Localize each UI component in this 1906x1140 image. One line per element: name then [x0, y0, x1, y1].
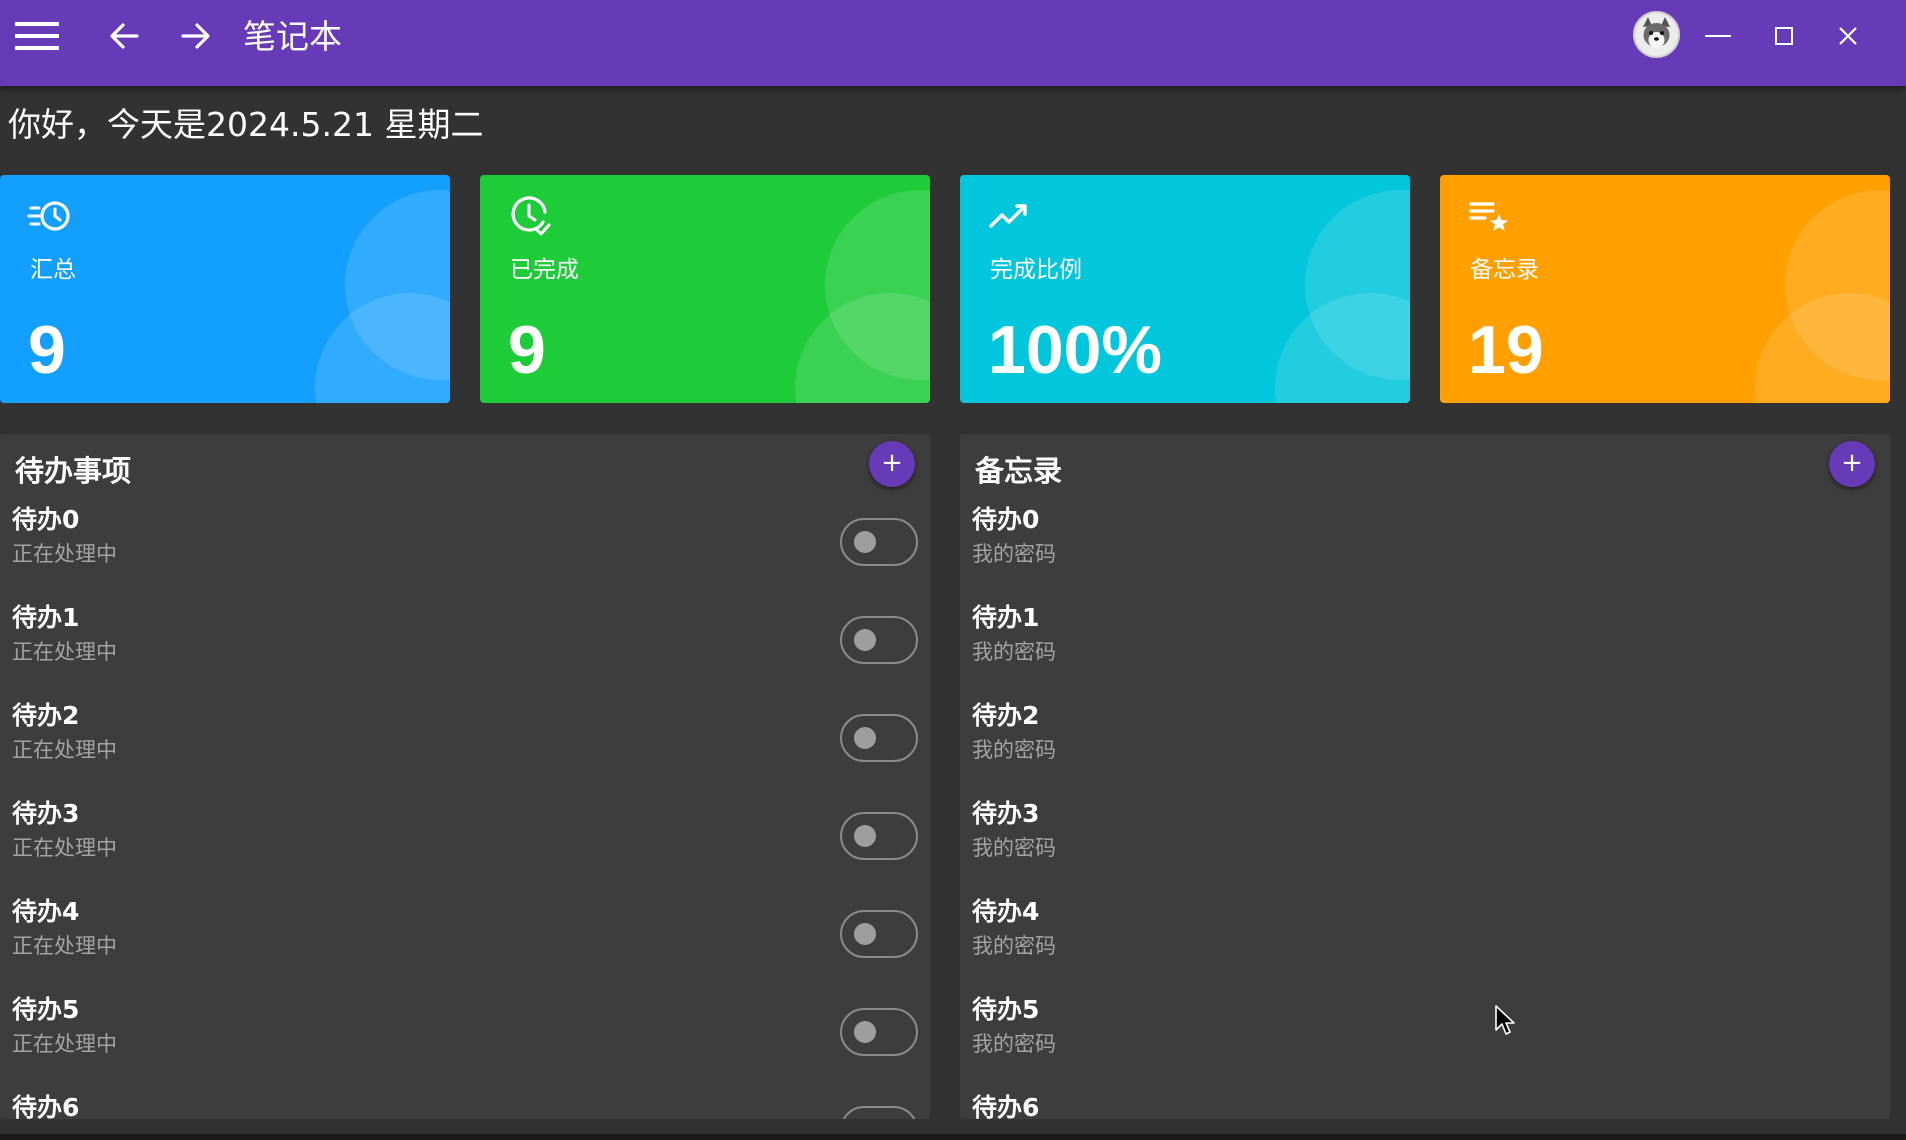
app-window: 笔记本 你好，今天是2024.5.21 星期二 汇总 9 已完成 9 完成比例 …: [0, 0, 1906, 1140]
memo-item-title: 待办0: [972, 505, 1040, 534]
toggle-knob: [854, 727, 876, 749]
playlist-star-icon: [1467, 192, 1515, 240]
todo-item-status: 正在处理中: [12, 836, 117, 860]
memo-item[interactable]: 待办2 我的密码: [960, 694, 1890, 792]
todo-item[interactable]: 待办2 正在处理中: [0, 694, 930, 792]
todo-item[interactable]: 待办6: [0, 1086, 930, 1119]
decor-circle: [1275, 293, 1410, 403]
stat-label: 已完成: [510, 257, 579, 283]
todo-item-title: 待办6: [12, 1093, 80, 1119]
clock-check-icon: [507, 192, 555, 240]
stat-value: 9: [28, 312, 66, 388]
minimize-icon[interactable]: [1700, 20, 1736, 52]
clock-fast-icon: [27, 192, 75, 240]
add-memo-button[interactable]: +: [1829, 441, 1875, 487]
todo-item-title: 待办0: [12, 505, 80, 534]
toggle-knob: [854, 923, 876, 945]
todo-done-toggle[interactable]: [840, 910, 918, 958]
todo-item-title: 待办4: [12, 897, 80, 926]
title-bar: 笔记本: [0, 0, 1906, 86]
memo-item-content: 我的密码: [972, 836, 1056, 860]
memo-item-content: 我的密码: [972, 542, 1056, 566]
memo-item-title: 待办3: [972, 799, 1040, 828]
memo-item-title: 待办6: [972, 1093, 1040, 1119]
todo-done-toggle[interactable]: [840, 1008, 918, 1056]
todo-item-title: 待办1: [12, 603, 80, 632]
stat-value: 9: [508, 312, 546, 388]
maximize-icon[interactable]: [1766, 18, 1802, 54]
todo-item-title: 待办3: [12, 799, 80, 828]
decor-circle: [315, 293, 450, 403]
stat-card-done: 已完成 9: [480, 175, 930, 403]
todo-item-title: 待办5: [12, 995, 80, 1024]
toggle-knob: [854, 531, 876, 553]
todo-item-status: 正在处理中: [12, 640, 117, 664]
memo-item[interactable]: 待办3 我的密码: [960, 792, 1890, 890]
memo-item[interactable]: 待办4 我的密码: [960, 890, 1890, 988]
add-todo-button[interactable]: +: [869, 441, 915, 487]
memo-item[interactable]: 待办6: [960, 1086, 1890, 1119]
todo-panel-title: 待办事项: [15, 454, 132, 488]
stat-label: 备忘录: [1470, 257, 1539, 283]
todo-item-status: 正在处理中: [12, 542, 117, 566]
memo-item-content: 我的密码: [972, 738, 1056, 762]
close-icon[interactable]: [1830, 18, 1866, 54]
toggle-knob: [854, 1021, 876, 1043]
window-bottom-edge: [0, 1134, 1906, 1140]
memo-item[interactable]: 待办0 我的密码: [960, 498, 1890, 596]
user-avatar[interactable]: [1633, 11, 1680, 58]
trending-up-icon: [987, 192, 1035, 240]
hamburger-menu-icon[interactable]: [14, 14, 60, 58]
stat-value: 100%: [988, 312, 1162, 388]
todo-panel: 待办事项 + 待办0 正在处理中 待办1 正在处理中 待办2 正在处理中 待办3…: [0, 434, 930, 1119]
memo-panel: 备忘录 + 待办0 我的密码 待办1 我的密码 待办2 我的密码 待办3 我的密…: [960, 434, 1890, 1119]
todo-done-toggle[interactable]: [840, 714, 918, 762]
todo-item[interactable]: 待办5 正在处理中: [0, 988, 930, 1086]
mouse-cursor-icon: [1494, 1004, 1516, 1036]
stat-label: 汇总: [30, 257, 76, 283]
memo-item-title: 待办4: [972, 897, 1040, 926]
memo-item-title: 待办5: [972, 995, 1040, 1024]
todo-item[interactable]: 待办4 正在处理中: [0, 890, 930, 988]
greeting-text: 你好，今天是2024.5.21 星期二: [8, 105, 484, 144]
todo-done-toggle[interactable]: [840, 1106, 918, 1119]
decor-circle: [795, 293, 930, 403]
memo-item[interactable]: 待办1 我的密码: [960, 596, 1890, 694]
decor-circle: [1755, 293, 1890, 403]
memo-item-content: 我的密码: [972, 1032, 1056, 1056]
memo-item-title: 待办1: [972, 603, 1040, 632]
memo-item-content: 我的密码: [972, 934, 1056, 958]
todo-done-toggle[interactable]: [840, 616, 918, 664]
stat-card-total: 汇总 9: [0, 175, 450, 403]
todo-item-status: 正在处理中: [12, 934, 117, 958]
todo-item-title: 待办2: [12, 701, 80, 730]
memo-panel-title: 备忘录: [975, 454, 1063, 488]
memo-item-title: 待办2: [972, 701, 1040, 730]
todo-item[interactable]: 待办0 正在处理中: [0, 498, 930, 596]
app-title: 笔记本: [243, 17, 342, 56]
memo-item[interactable]: 待办5 我的密码: [960, 988, 1890, 1086]
memo-item-content: 我的密码: [972, 640, 1056, 664]
todo-done-toggle[interactable]: [840, 812, 918, 860]
stat-label: 完成比例: [990, 257, 1082, 283]
arrow-right-icon[interactable]: [178, 16, 214, 56]
todo-done-toggle[interactable]: [840, 518, 918, 566]
arrow-left-icon[interactable]: [106, 16, 142, 56]
todo-item[interactable]: 待办1 正在处理中: [0, 596, 930, 694]
todo-item-status: 正在处理中: [12, 1032, 117, 1056]
todo-item[interactable]: 待办3 正在处理中: [0, 792, 930, 890]
toggle-knob: [854, 629, 876, 651]
stat-card-ratio: 完成比例 100%: [960, 175, 1410, 403]
toggle-knob: [854, 825, 876, 847]
todo-item-status: 正在处理中: [12, 738, 117, 762]
stat-value: 19: [1468, 312, 1544, 388]
stat-card-memo: 备忘录 19: [1440, 175, 1890, 403]
